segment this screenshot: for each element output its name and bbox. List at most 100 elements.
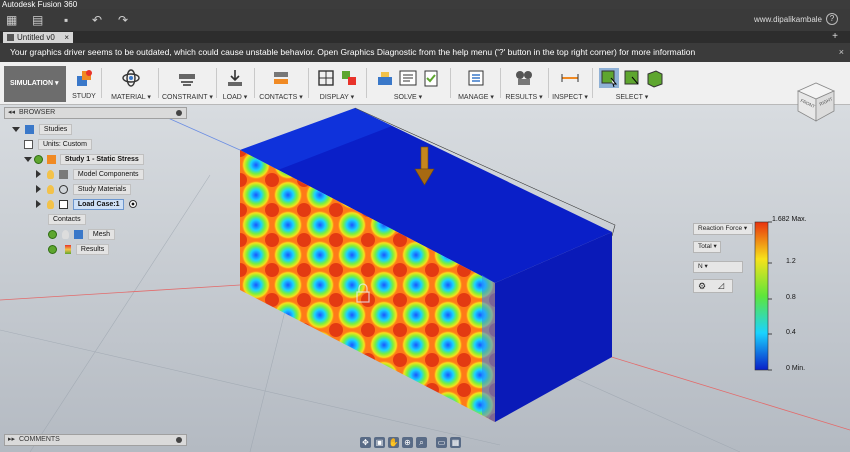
solve-group[interactable]: SOLVE ▾ (370, 66, 446, 104)
result-unit-dropdown[interactable]: N ▾ (693, 261, 743, 273)
user-account-link[interactable]: www.dipalikambale (754, 15, 822, 24)
driver-warning-bar: Your graphics driver seems to be outdate… (0, 43, 850, 62)
expand-icon[interactable] (36, 200, 41, 209)
redo-icon[interactable]: ↷ (118, 13, 128, 27)
manage-label: MANAGE ▾ (458, 94, 494, 101)
tree-label: Model Components (72, 169, 144, 180)
collapse-browser-icon[interactable]: ◂◂ (8, 108, 15, 118)
help-button[interactable]: ? (826, 13, 838, 25)
tree-item-model-components[interactable]: Model Components (36, 169, 144, 181)
result-type-label: Reaction Force ▾ (698, 225, 748, 232)
results-icon (516, 71, 532, 85)
legend-settings-gear-icon[interactable]: ⚙ (698, 281, 706, 291)
new-tab-button[interactable]: + (832, 31, 838, 43)
contacts-icon (274, 72, 288, 84)
expand-comments-icon[interactable]: ▸▸ (8, 435, 15, 445)
result-component-dropdown[interactable]: Total ▾ (693, 241, 721, 253)
orbit-icon[interactable]: ✥ (360, 436, 371, 448)
ribbon-toolbar: SIMULATION ▾ STUDY MATERIAL ▾ CONSTRAINT… (0, 62, 850, 105)
document-icon (7, 34, 14, 41)
study-group[interactable]: STUDY (70, 66, 98, 104)
display-icon (317, 70, 334, 86)
legend-scale-icon[interactable]: ◿ (718, 281, 724, 291)
material-group[interactable]: MATERIAL ▾ (108, 66, 154, 104)
comments-panel-header[interactable]: ▸▸ COMMENTS (4, 434, 187, 446)
window-select-icon (624, 70, 639, 85)
tree-item-studies[interactable]: Studies (12, 124, 73, 136)
results-label: RESULTS ▾ (505, 94, 543, 101)
tree-item-units[interactable]: Units: Custom (24, 139, 92, 151)
check-icon (48, 229, 57, 239)
undo-icon[interactable]: ↶ (92, 13, 102, 27)
tree-item-contacts[interactable]: Contacts (48, 214, 86, 226)
expand-icon[interactable] (24, 156, 32, 162)
legend-label-3: 0.4 (786, 329, 796, 336)
expand-icon[interactable] (36, 185, 41, 194)
expand-icon[interactable] (12, 126, 20, 132)
view-cube[interactable]: FRONT RIGHT (792, 79, 838, 130)
zoom-icon[interactable]: ⊕ (402, 436, 413, 448)
material-icon (122, 69, 140, 87)
result-type-dropdown[interactable]: Reaction Force ▾ (693, 223, 753, 235)
solve-icon (399, 70, 417, 86)
document-icon (24, 139, 33, 149)
visibility-bulb-icon[interactable] (61, 229, 69, 239)
contacts-group[interactable]: CONTACTS ▾ (258, 66, 304, 104)
tree-item-study-1[interactable]: Study 1 - Static Stress (24, 154, 144, 166)
material-icon (58, 184, 68, 194)
window-title: Autodesk Fusion 360 (0, 0, 850, 9)
results-group[interactable]: RESULTS ▾ (502, 66, 546, 104)
zoom-window-icon[interactable]: ⌕ (416, 436, 427, 448)
tree-item-mesh[interactable]: Mesh (48, 229, 115, 241)
visibility-bulb-icon[interactable] (46, 169, 54, 179)
precheck-icon (378, 72, 392, 85)
grid-settings-icon[interactable]: ▦ (450, 436, 461, 448)
display-settings-icon[interactable]: ▭ (436, 436, 447, 448)
grid-menu-icon[interactable]: ▦ (6, 13, 17, 27)
pan-icon[interactable]: ✋ (388, 436, 399, 448)
tree-item-study-materials[interactable]: Study Materials (36, 184, 132, 196)
driver-warning-text: Your graphics driver seems to be outdate… (10, 47, 696, 57)
load-group[interactable]: LOAD ▾ (220, 66, 250, 104)
results-icon (64, 244, 71, 254)
comments-title: COMMENTS (19, 436, 60, 443)
manage-group[interactable]: MANAGE ▾ (454, 66, 498, 104)
constraint-group[interactable]: CONSTRAINT ▾ (162, 66, 213, 104)
tree-item-load-case[interactable]: Load Case:1 (36, 199, 138, 211)
select-group[interactable]: SELECT ▾ (594, 66, 670, 104)
browser-panel-header[interactable]: ◂◂ BROWSER (4, 107, 187, 119)
tree-label: Units: Custom (37, 139, 92, 150)
file-menu-icon[interactable]: ▤ (32, 13, 43, 27)
tree-item-results[interactable]: Results (48, 244, 110, 256)
legend-label-1: 1.2 (786, 258, 796, 265)
load-label: LOAD ▾ (222, 94, 248, 101)
inspect-icon (561, 74, 579, 82)
inspect-group[interactable]: INSPECT ▾ (550, 66, 590, 104)
save-icon[interactable]: ▪ (64, 13, 68, 27)
constraint-label: CONSTRAINT ▾ (162, 94, 213, 101)
select-label: SELECT ▾ (615, 94, 649, 101)
visibility-bulb-icon[interactable] (46, 184, 54, 194)
browser-pin-icon[interactable] (176, 110, 182, 116)
load-icon (228, 70, 242, 86)
close-warning-icon[interactable]: × (839, 43, 844, 62)
tree-label: Study Materials (72, 184, 132, 195)
close-tab-icon[interactable]: × (64, 32, 69, 43)
visibility-bulb-icon[interactable] (46, 199, 54, 209)
constraint-icon (179, 74, 195, 86)
tree-label: Load Case:1 (72, 199, 125, 210)
inspect-label: INSPECT ▾ (552, 94, 588, 101)
material-label: MATERIAL ▾ (111, 94, 151, 101)
document-tab-bar: Untitled v0 × + (0, 31, 850, 43)
mesh-icon (73, 229, 83, 239)
display-group[interactable]: DISPLAY ▾ (312, 66, 362, 104)
manage-icon (468, 70, 484, 86)
workspace-selector[interactable]: SIMULATION ▾ (4, 66, 66, 102)
expand-icon[interactable] (36, 170, 41, 179)
active-radio-icon[interactable] (129, 200, 138, 209)
document-tab[interactable]: Untitled v0 × (3, 32, 73, 43)
tree-label: Mesh (87, 229, 115, 240)
comments-pin-icon[interactable] (176, 437, 182, 443)
look-at-icon[interactable]: ▣ (374, 436, 385, 448)
legend-options[interactable]: ⚙ ◿ (693, 279, 733, 293)
